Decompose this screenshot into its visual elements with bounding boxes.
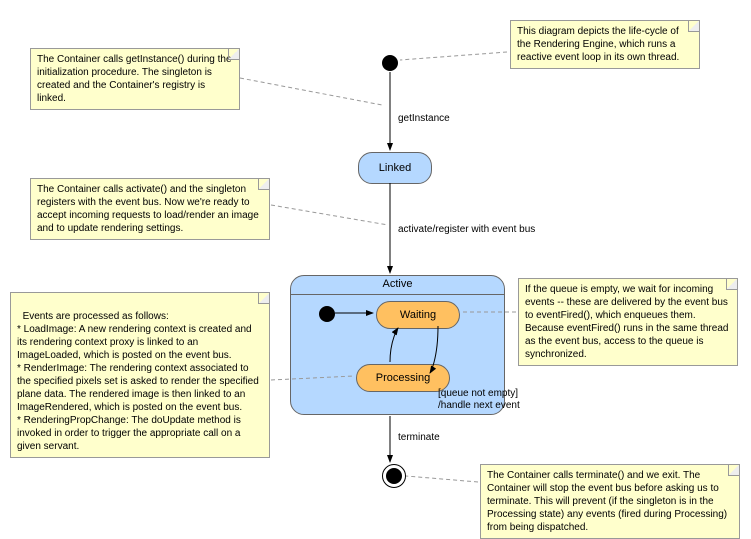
note-waiting: If the queue is empty, we wait for incom… [518, 278, 738, 366]
state-waiting: Waiting [376, 301, 460, 329]
state-label: Linked [379, 162, 411, 174]
note-description: This diagram depicts the life-cycle of t… [510, 20, 700, 69]
guard-label-2: /handle next event [438, 400, 520, 411]
note-text: If the queue is empty, we wait for incom… [525, 284, 728, 360]
note-getinstance: The Container calls getInstance() during… [30, 48, 240, 110]
state-linked: Linked [358, 152, 432, 184]
transition-label-getinstance: getInstance [398, 113, 450, 124]
transition-label-terminate: terminate [398, 432, 440, 443]
guard-label-1: [queue not empty] [438, 388, 518, 399]
active-initial-state [319, 306, 335, 322]
note-text: The Container calls terminate() and we e… [487, 470, 727, 533]
state-label: Active [291, 278, 504, 290]
note-text: Events are processed as follows: * LoadI… [17, 311, 262, 452]
state-label: Waiting [400, 309, 436, 321]
initial-state [382, 55, 398, 71]
divider [291, 294, 504, 295]
note-text: This diagram depicts the life-cycle of t… [517, 26, 679, 63]
final-state [382, 464, 406, 488]
state-label: Processing [376, 372, 430, 384]
note-terminate: The Container calls terminate() and we e… [480, 464, 740, 539]
note-processing: Events are processed as follows: * LoadI… [10, 292, 270, 458]
note-activate: The Container calls activate() and the s… [30, 178, 270, 240]
state-processing: Processing [356, 364, 450, 392]
transition-label-activate: activate/register with event bus [398, 224, 535, 235]
note-text: The Container calls getInstance() during… [37, 54, 232, 104]
note-text: The Container calls activate() and the s… [37, 184, 259, 234]
